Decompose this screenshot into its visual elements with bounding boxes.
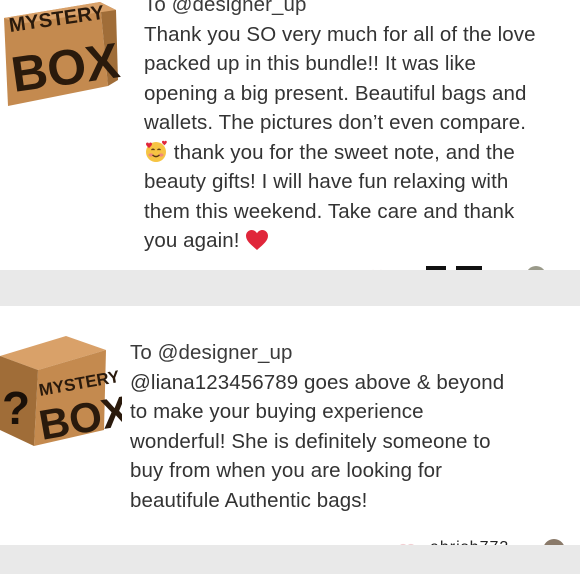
box-question-mark: ? [2, 382, 30, 434]
recipient-line: To @designer_up [144, 0, 307, 16]
review-text-line-with-emoji: you again! [144, 226, 564, 256]
review-message: To @designer_up Thank you SO very much f… [144, 0, 564, 256]
review-text-line: @liana123456789 goes above & beyond [130, 370, 505, 394]
smiling-face-with-hearts-icon [146, 140, 167, 162]
review-text-line: opening a big present. Beautiful bags an… [144, 81, 527, 105]
review-text-line: buy from when you are looking for [130, 459, 443, 482]
screenshot-collage: MYSTERY BOX To @designer_up Thank you SO… [0, 0, 580, 580]
card-footer-partial: ahrish773 [0, 536, 580, 545]
red-heart-icon [246, 230, 269, 250]
review-card: ? MYSTERY BOX To @designer_up @liana1234… [0, 306, 580, 545]
card-footer-partial [0, 262, 580, 270]
review-text-line: beautifule Authentic bags! [130, 488, 368, 512]
mystery-box-image: ? MYSTERY BOX [0, 334, 122, 446]
review-text-line: packed up in this bundle!! It was like [144, 52, 476, 75]
review-text-line: wonderful! She is definitely someone to [130, 429, 491, 453]
review-text-fragment: thank you for the sweet note, and the [168, 140, 515, 164]
review-text-line: beauty gifts! I will have fun relaxing w… [144, 170, 509, 193]
review-card: MYSTERY BOX To @designer_up Thank you SO… [0, 0, 580, 270]
review-text-line: them this weekend. Take care and thank [144, 199, 515, 223]
footer-cropped-graphics [372, 266, 544, 270]
review-text-fragment: you again! [144, 229, 246, 252]
review-text-line-with-emoji: thank you for the sweet note, and the [144, 138, 564, 168]
recipient-line: To @designer_up [130, 341, 293, 364]
review-text-line: to make your buying experience [130, 400, 424, 423]
review-card-partial [0, 574, 580, 580]
footer-username-partial[interactable]: ahrish773 [430, 540, 509, 546]
review-text-line: Thank you SO very much for all of the lo… [144, 22, 536, 46]
mystery-box-thumbnail[interactable]: MYSTERY BOX [0, 0, 122, 108]
mystery-box-thumbnail[interactable]: ? MYSTERY BOX [0, 334, 122, 446]
review-message: To @designer_up @liana123456789 goes abo… [130, 338, 570, 515]
mystery-box-image: MYSTERY BOX [0, 0, 122, 108]
review-text-line: wallets. The pictures don’t even compare… [144, 111, 527, 134]
